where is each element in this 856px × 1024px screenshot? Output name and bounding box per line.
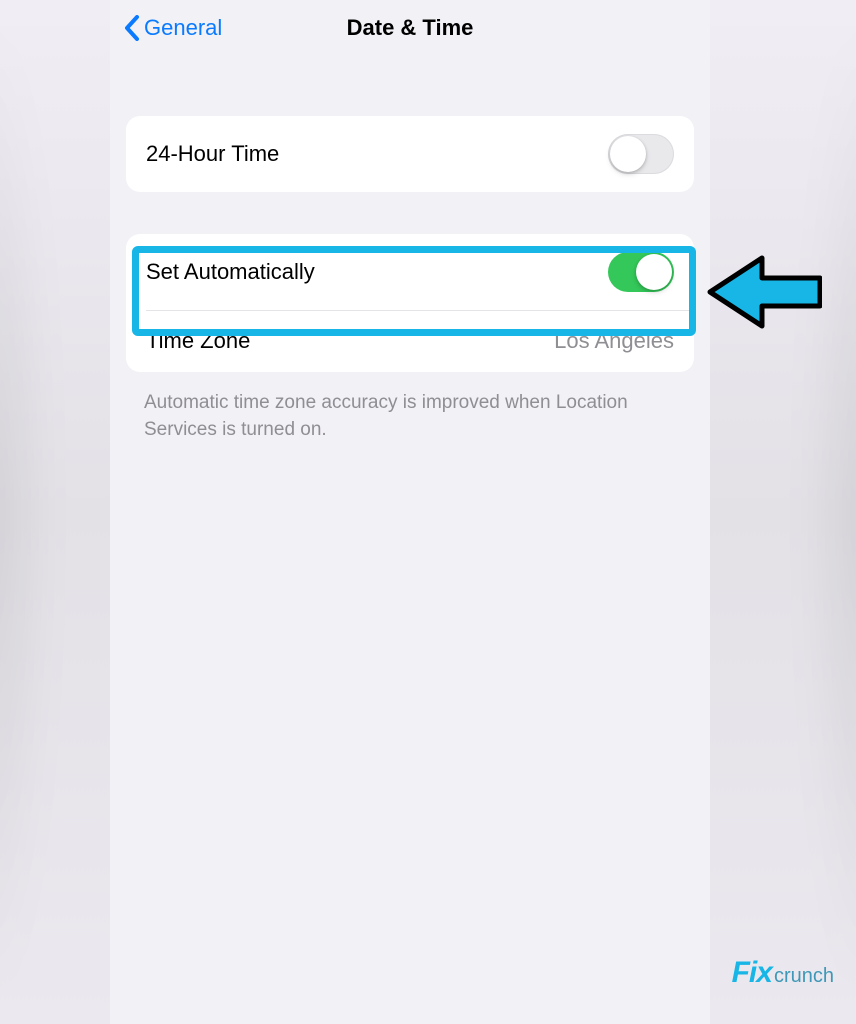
row-label: Set Automatically xyxy=(146,259,315,285)
row-time-zone[interactable]: Time Zone Los Angeles xyxy=(126,310,694,372)
row-24-hour-time[interactable]: 24-Hour Time xyxy=(126,116,694,192)
group-auto-timezone: Set Automatically Time Zone Los Angeles xyxy=(126,234,694,372)
row-label: Time Zone xyxy=(146,328,250,354)
page-title: Date & Time xyxy=(347,15,474,41)
switch-set-automatically[interactable] xyxy=(608,252,674,292)
row-label: 24-Hour Time xyxy=(146,141,279,167)
back-label: General xyxy=(144,15,222,41)
watermark-brand: Fix xyxy=(732,956,772,989)
annotation-arrow-icon xyxy=(702,252,822,332)
switch-knob xyxy=(610,136,646,172)
back-button[interactable]: General xyxy=(124,0,222,56)
group-24-hour: 24-Hour Time xyxy=(126,116,694,192)
switch-24-hour[interactable] xyxy=(608,134,674,174)
navbar: General Date & Time xyxy=(110,0,710,56)
row-set-automatically[interactable]: Set Automatically xyxy=(126,234,694,310)
footer-note: Automatic time zone accuracy is improved… xyxy=(144,390,676,443)
watermark: Fixcrunch xyxy=(732,956,834,990)
watermark-suffix: crunch xyxy=(774,965,834,987)
chevron-left-icon xyxy=(124,15,140,41)
settings-screen: General Date & Time 24-Hour Time Set Aut… xyxy=(110,0,710,1024)
switch-knob xyxy=(636,254,672,290)
row-value: Los Angeles xyxy=(554,328,674,354)
